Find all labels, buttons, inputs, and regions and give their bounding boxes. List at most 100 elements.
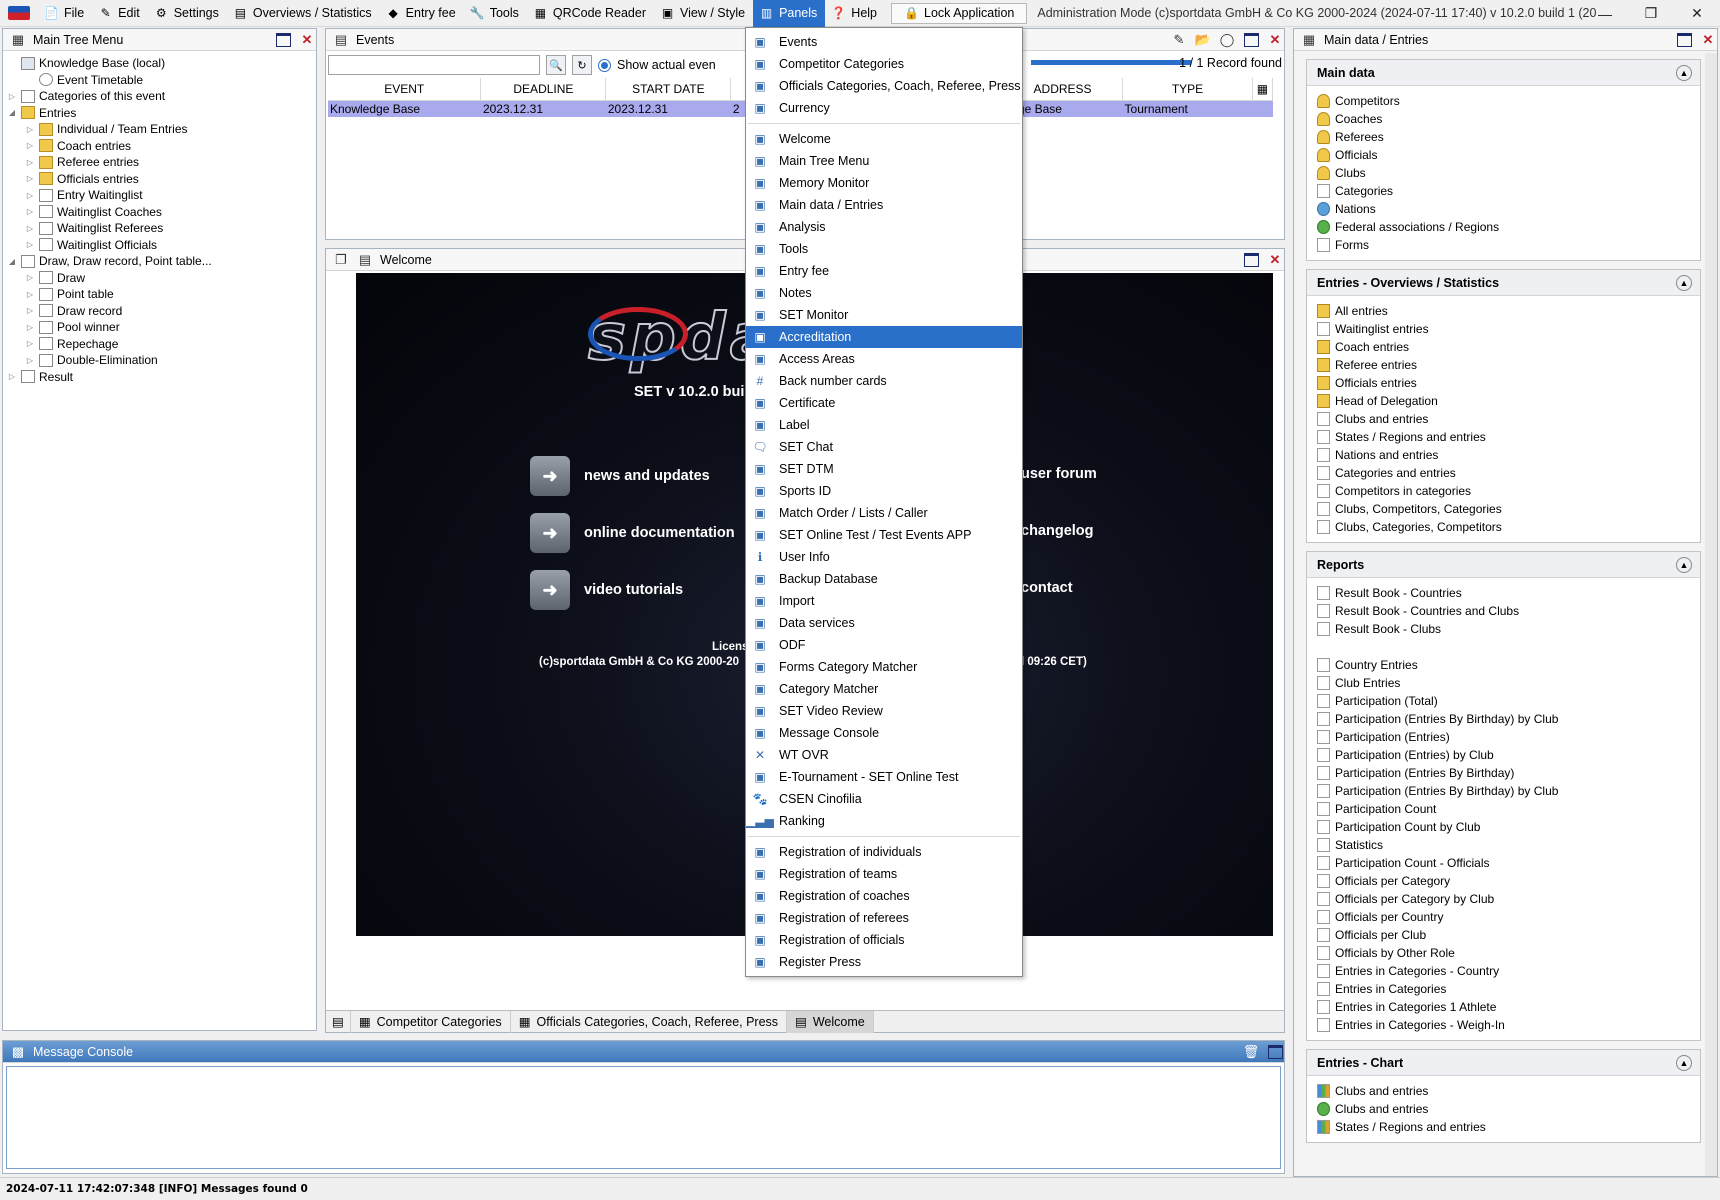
expander-icon[interactable]: ▷ — [25, 125, 35, 134]
tree-item-entry-waitinglist[interactable]: ▷ Entry Waitinglist — [7, 187, 316, 204]
tree-item-officials-entries[interactable]: ▷ Officials entries — [7, 171, 316, 188]
changelog-link[interactable]: changelog — [1021, 523, 1094, 539]
list-item-participation-count-officials[interactable]: Participation Count - Officials — [1317, 854, 1700, 872]
collapse-icon[interactable]: ▲ — [1676, 64, 1692, 81]
menu-item-odf[interactable]: ▣ ODF — [746, 634, 1022, 656]
contact-link[interactable]: contact — [1021, 580, 1073, 596]
search-button[interactable]: 🔍 — [546, 55, 566, 75]
list-item-clubs-categories-competitors[interactable]: Clubs, Categories, Competitors — [1317, 518, 1700, 536]
tree-item-waitinglist-coaches[interactable]: ▷ Waitinglist Coaches — [7, 204, 316, 221]
menu-item-registration-of-teams[interactable]: ▣ Registration of teams — [746, 863, 1022, 885]
menu-item-set-dtm[interactable]: ▣ SET DTM — [746, 458, 1022, 480]
list-item-officials-per-club[interactable]: Officials per Club — [1317, 926, 1700, 944]
tree-item-waitinglist-referees[interactable]: ▷ Waitinglist Referees — [7, 220, 316, 237]
expander-icon[interactable]: ▷ — [25, 273, 35, 282]
menu-edit[interactable]: ✎ Edit — [92, 0, 148, 27]
expander-icon[interactable]: ◢ — [7, 108, 17, 117]
list-item-country-entries[interactable]: Country Entries — [1317, 656, 1700, 674]
menu-item-registration-of-officials[interactable]: ▣ Registration of officials — [746, 929, 1022, 951]
menu-item-import[interactable]: ▣ Import — [746, 590, 1022, 612]
news-link[interactable]: ➜ news and updates — [530, 456, 710, 496]
expander-icon[interactable]: ▷ — [25, 306, 35, 315]
tabs-overview-icon[interactable]: ▤ — [326, 1010, 351, 1033]
open-icon[interactable]: 📂 — [1194, 31, 1212, 49]
list-item-officials-per-country[interactable]: Officials per Country — [1317, 908, 1700, 926]
tree-item-individual-team-entries[interactable]: ▷ Individual / Team Entries — [7, 121, 316, 138]
tree-item-coach-entries[interactable]: ▷ Coach entries — [7, 138, 316, 155]
collapse-icon[interactable]: ▲ — [1676, 1054, 1692, 1071]
tab-officials-categories[interactable]: ▦ Officials Categories, Coach, Referee, P… — [511, 1010, 788, 1033]
column-header-event[interactable]: EVENT — [328, 78, 482, 101]
list-item-categories-and-entries[interactable]: Categories and entries — [1317, 464, 1700, 482]
video-link[interactable]: ➜ video tutorials — [530, 570, 683, 610]
menu-item-set-online-test-test-events-app[interactable]: ▣ SET Online Test / Test Events APP — [746, 524, 1022, 546]
expander-icon[interactable]: ▷ — [25, 240, 35, 249]
trash-icon[interactable]: 🗑 — [1242, 1043, 1260, 1061]
menu-item-certificate[interactable]: ▣ Certificate — [746, 392, 1022, 414]
list-item-result-book-clubs[interactable]: Result Book - Clubs — [1317, 620, 1700, 638]
tree-item-pool-winner[interactable]: ▷ Pool winner — [7, 319, 316, 336]
menu-item-currency[interactable]: ▣ Currency — [746, 97, 1022, 119]
list-item-club-entries[interactable]: Club Entries — [1317, 674, 1700, 692]
list-item-clubs-and-entries[interactable]: Clubs and entries — [1317, 410, 1700, 428]
maximize-panel-button[interactable] — [1242, 251, 1260, 269]
menu-item-access-areas[interactable]: ▣ Access Areas — [746, 348, 1022, 370]
list-item-states-regions-and-entries[interactable]: States / Regions and entries — [1317, 428, 1700, 446]
menu-qrcode-reader[interactable]: ▦ QRCode Reader — [527, 0, 654, 27]
list-item-entries-in-categories-country[interactable]: Entries in Categories - Country — [1317, 962, 1700, 980]
menu-overviews-statistics[interactable]: ▤ Overviews / Statistics — [227, 0, 380, 27]
close-panel-button[interactable]: ✕ — [1266, 251, 1284, 269]
menu-item-message-console[interactable]: ▣ Message Console — [746, 722, 1022, 744]
restore-button[interactable]: ❐ — [1628, 0, 1674, 27]
tree-item-knowledge-base-local[interactable]: Knowledge Base (local) — [7, 55, 316, 72]
tab-welcome[interactable]: ▤ Welcome — [787, 1010, 874, 1033]
expander-icon[interactable]: ◢ — [7, 257, 17, 266]
show-actual-radio[interactable] — [598, 58, 611, 72]
tree-item-categories-of-this-event[interactable]: ▷ Categories of this event — [7, 88, 316, 105]
list-item-entries-in-categories[interactable]: Entries in Categories — [1317, 980, 1700, 998]
menu-item-csen-cinofilia[interactable]: 🐾 CSEN Cinofilia — [746, 788, 1022, 810]
list-item-referees[interactable]: Referees — [1317, 128, 1700, 146]
list-item-entries-in-categories-1-athlete[interactable]: Entries in Categories 1 Athlete — [1317, 998, 1700, 1016]
menu-item-set-monitor[interactable]: ▣ SET Monitor — [746, 304, 1022, 326]
list-item-officials[interactable]: Officials — [1317, 146, 1700, 164]
expander-icon[interactable]: ▷ — [25, 339, 35, 348]
expander-icon[interactable]: ▷ — [7, 92, 17, 101]
tree-item-repechage[interactable]: ▷ Repechage — [7, 336, 316, 353]
expander-icon[interactable]: ▷ — [7, 372, 17, 381]
menu-help[interactable]: ❓ Help — [825, 0, 885, 27]
list-item-result-book-countries[interactable]: Result Book - Countries — [1317, 584, 1700, 602]
column-header-type[interactable]: TYPE — [1122, 78, 1253, 101]
list-item-competitors-in-categories[interactable]: Competitors in categories — [1317, 482, 1700, 500]
list-item-participation-entries[interactable]: Participation (Entries) — [1317, 728, 1700, 746]
menu-item-register-press[interactable]: ▣ Register Press — [746, 951, 1022, 973]
list-item-participation-count[interactable]: Participation Count — [1317, 800, 1700, 818]
list-item-statistics[interactable]: Statistics — [1317, 836, 1700, 854]
tree-item-draw[interactable]: ▷ Draw — [7, 270, 316, 287]
column-header-deadline[interactable]: DEADLINE — [480, 78, 607, 101]
menu-item-analysis[interactable]: ▣ Analysis — [746, 216, 1022, 238]
menu-panels[interactable]: ▥ Panels — [753, 0, 826, 27]
menu-item-data-services[interactable]: ▣ Data services — [746, 612, 1022, 634]
list-item-result-book-countries-and-clubs[interactable]: Result Book - Countries and Clubs — [1317, 602, 1700, 620]
list-item-participation-entries-by-birthday[interactable]: Participation (Entries By Birthday) — [1317, 764, 1700, 782]
column-header-start-date[interactable]: START DATE — [605, 78, 732, 101]
expander-icon[interactable]: ▷ — [25, 141, 35, 150]
menu-item-match-order-lists-caller[interactable]: ▣ Match Order / Lists / Caller — [746, 502, 1022, 524]
tree-item-referee-entries[interactable]: ▷ Referee entries — [7, 154, 316, 171]
menu-item-user-info[interactable]: ℹ User Info — [746, 546, 1022, 568]
menu-item-backup-database[interactable]: ▣ Backup Database — [746, 568, 1022, 590]
menu-item-e-tournament-set-online-test[interactable]: ▣ E-Tournament - SET Online Test — [746, 766, 1022, 788]
events-search-input[interactable] — [328, 55, 540, 75]
list-item-all-entries[interactable]: All entries — [1317, 302, 1700, 320]
list-item-federal-associations-regions[interactable]: Federal associations / Regions — [1317, 218, 1700, 236]
maximize-panel-button[interactable] — [1266, 1043, 1284, 1061]
tree-item-draw-draw-record-point-table[interactable]: ◢ Draw, Draw record, Point table... — [7, 253, 316, 270]
tree-item-entries[interactable]: ◢ Entries — [7, 105, 316, 122]
close-window-button[interactable]: ✕ — [1674, 0, 1720, 27]
minimize-button[interactable]: — — [1582, 0, 1628, 27]
menu-item-registration-of-referees[interactable]: ▣ Registration of referees — [746, 907, 1022, 929]
collapse-icon[interactable]: ▲ — [1676, 274, 1692, 291]
list-item-states-regions-and-entries[interactable]: States / Regions and entries — [1317, 1118, 1700, 1136]
menu-item-category-matcher[interactable]: ▣ Category Matcher — [746, 678, 1022, 700]
